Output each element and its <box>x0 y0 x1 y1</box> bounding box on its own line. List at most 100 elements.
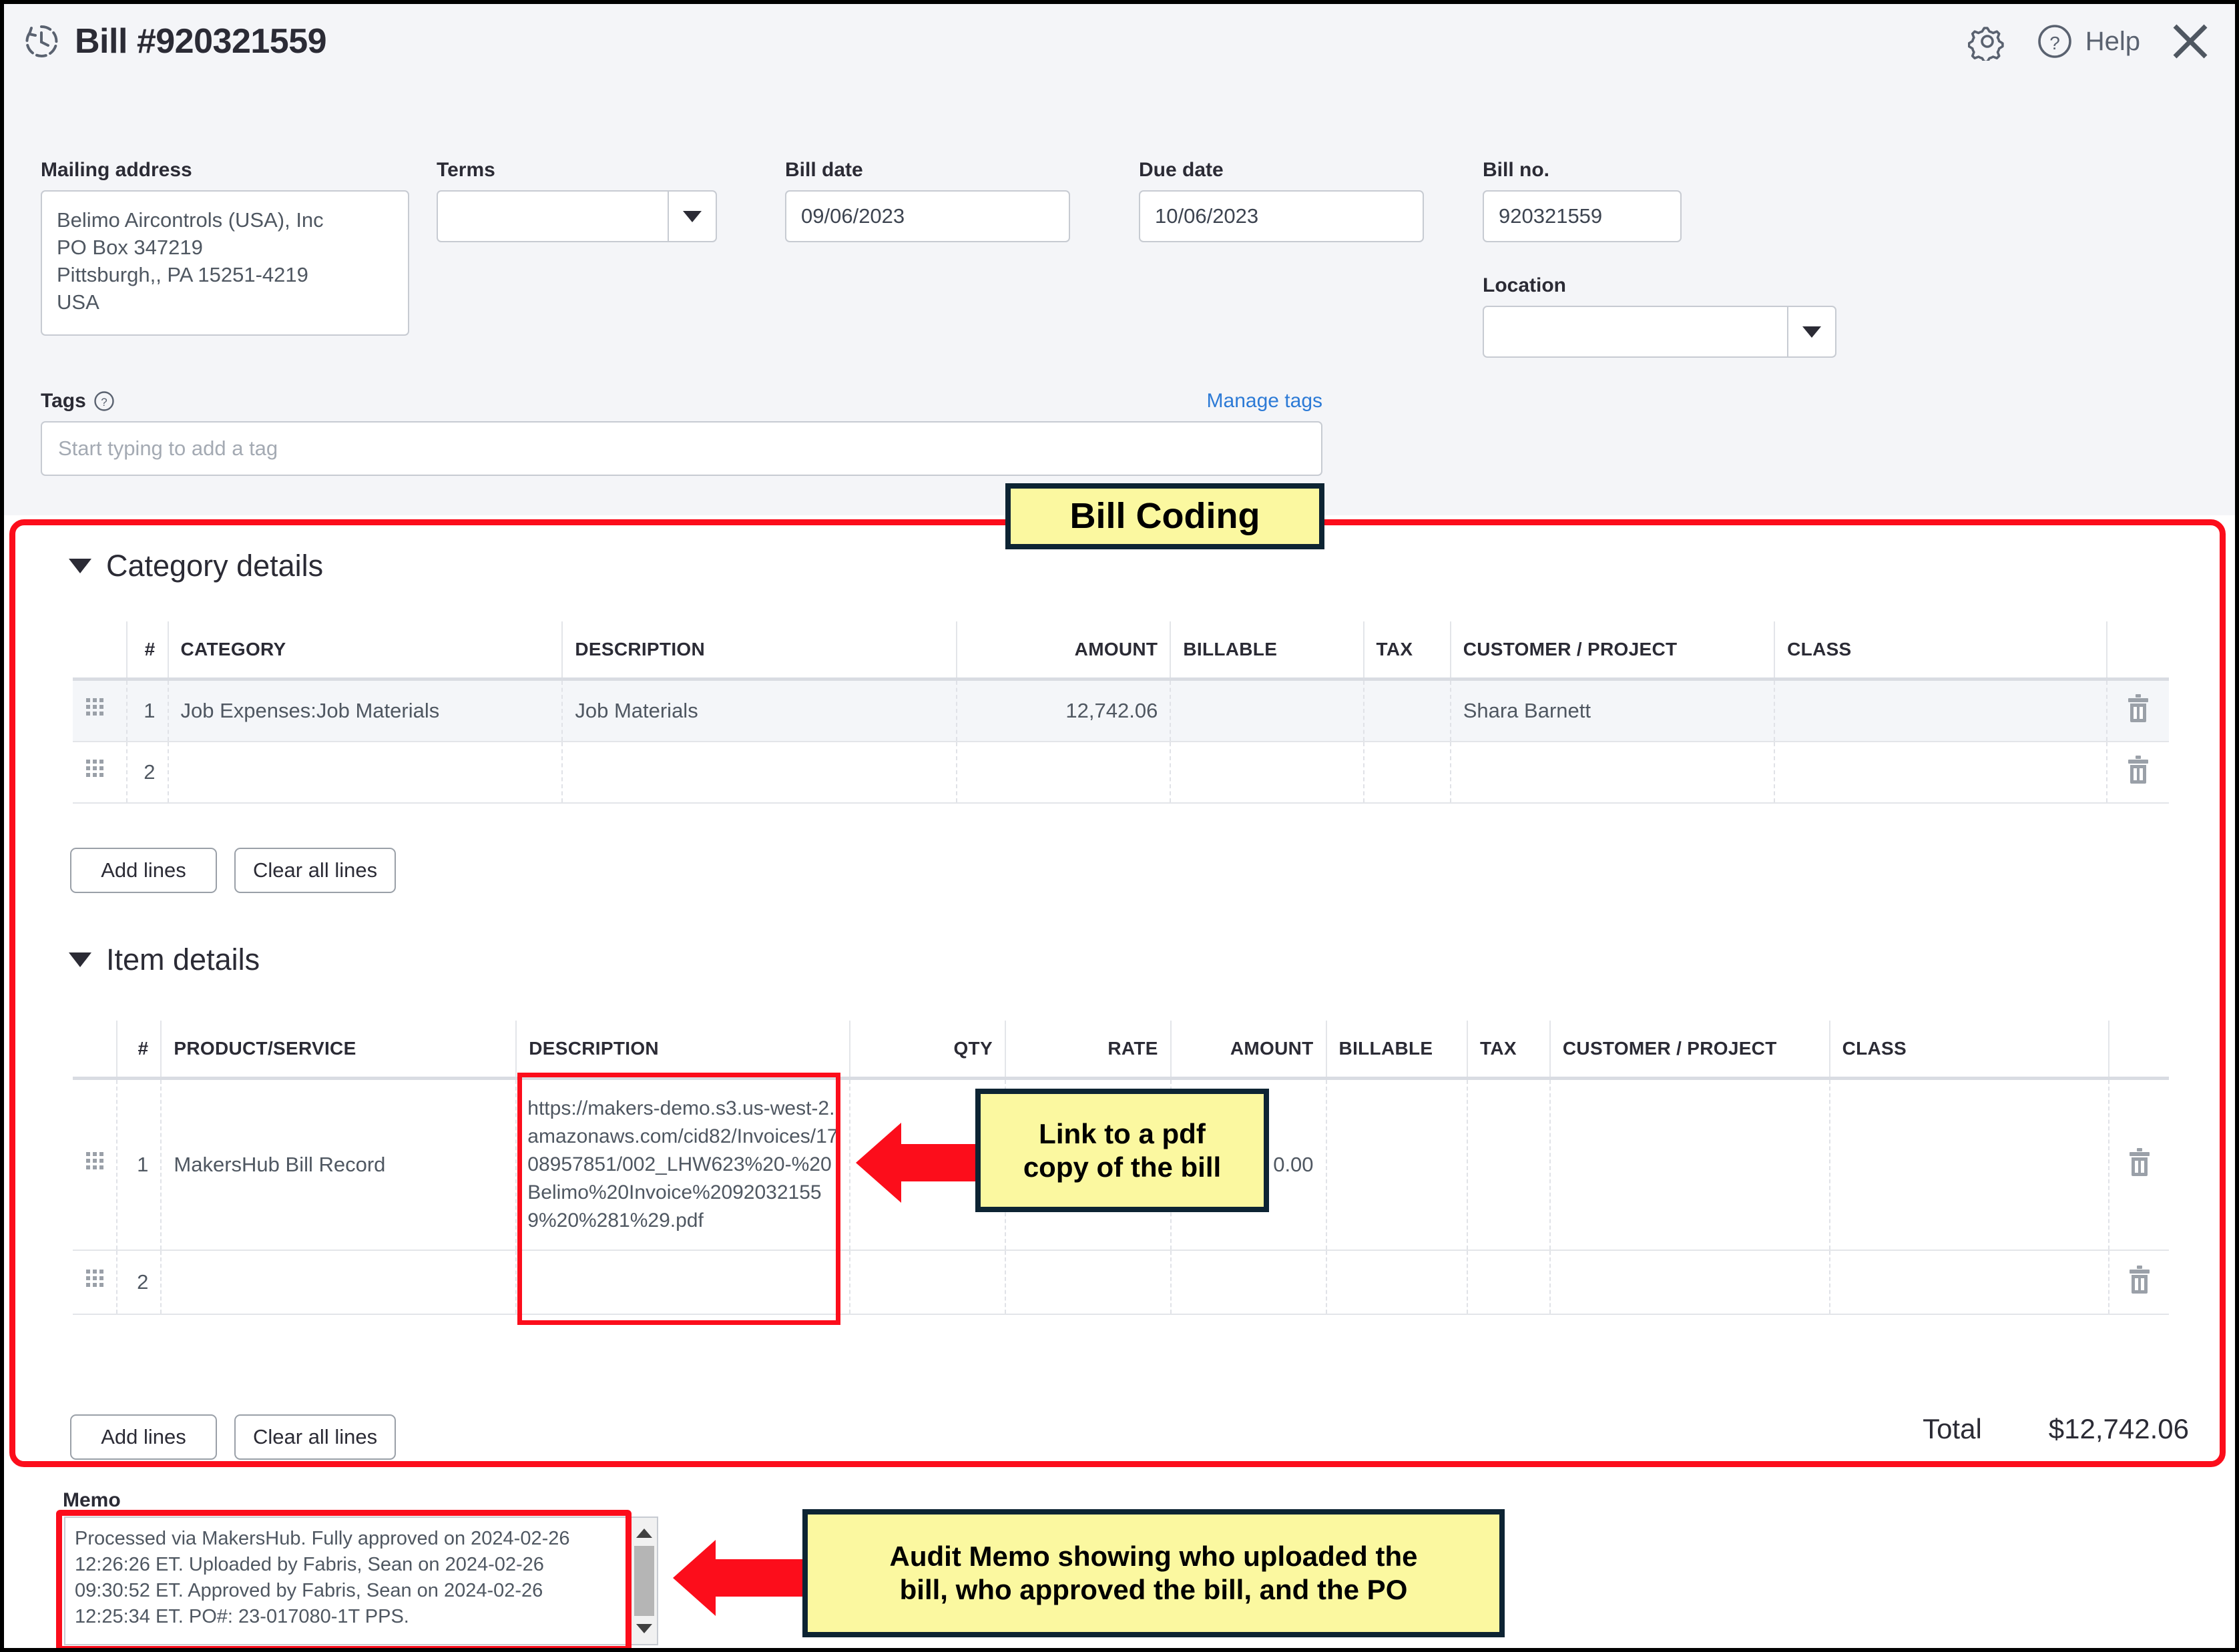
cell-tax[interactable] <box>1363 742 1451 804</box>
cell-description-url[interactable]: https://makers-demo.s3.us-west-2.amazona… <box>516 1078 851 1251</box>
col-qty: QTY <box>850 1021 1006 1080</box>
cell-billable[interactable] <box>1326 1078 1469 1251</box>
add-lines-button[interactable]: Add lines <box>70 1414 217 1460</box>
col-amount: AMOUNT <box>1170 1021 1327 1080</box>
cell-customer-project[interactable] <box>1549 1250 1830 1315</box>
cell-amount[interactable] <box>1170 1250 1327 1315</box>
due-date-input[interactable]: 10/06/2023 <box>1139 190 1424 242</box>
trash-icon[interactable] <box>2125 756 2152 790</box>
drag-handle-cell[interactable] <box>73 1250 118 1315</box>
question-circle-icon[interactable]: ? <box>93 390 115 412</box>
add-lines-button[interactable]: Add lines <box>70 848 217 893</box>
clear-all-lines-button[interactable]: Clear all lines <box>234 1414 397 1460</box>
memo-field[interactable]: Processed via MakersHub. Fully approved … <box>64 1517 658 1645</box>
table-row[interactable]: 1 Job Expenses:Job Materials Job Materia… <box>73 679 2169 742</box>
cell-amount[interactable] <box>957 742 1172 804</box>
item-details-title: Item details <box>106 942 260 977</box>
delete-row-cell[interactable] <box>2109 1078 2169 1251</box>
collapse-triangle-icon[interactable] <box>69 559 91 573</box>
trash-icon[interactable] <box>2126 1266 2153 1300</box>
table-header-row: # PRODUCT/SERVICE DESCRIPTION QTY RATE A… <box>73 1021 2169 1080</box>
delete-row-cell[interactable] <box>2106 742 2169 804</box>
collapse-triangle-icon[interactable] <box>69 952 91 967</box>
bill-no-group: Bill no. 920321559 <box>1483 159 1682 242</box>
svg-text:?: ? <box>101 396 107 408</box>
drag-handle-icon[interactable] <box>85 760 105 787</box>
bill-no-label: Bill no. <box>1483 159 1549 181</box>
close-icon[interactable] <box>2170 21 2211 62</box>
tags-label: Tags <box>41 390 86 412</box>
cell-amount[interactable]: 12,742.06 <box>957 679 1172 742</box>
due-date-group: Due date 10/06/2023 <box>1139 159 1424 242</box>
table-row[interactable]: 2 <box>73 1250 2169 1315</box>
cell-description[interactable] <box>516 1250 851 1315</box>
manage-tags-link[interactable]: Manage tags <box>1207 390 1322 412</box>
cell-category[interactable]: Job Expenses:Job Materials <box>168 679 563 742</box>
location-label: Location <box>1483 274 1566 296</box>
cell-customer-project[interactable]: Shara Barnett <box>1450 679 1776 742</box>
scroll-down-arrow-icon[interactable] <box>636 1624 652 1633</box>
cell-class[interactable] <box>1774 679 2107 742</box>
trash-icon[interactable] <box>2125 694 2152 728</box>
bill-date-input[interactable]: 09/06/2023 <box>785 190 1070 242</box>
table-row[interactable]: 2 <box>73 742 2169 804</box>
cell-qty[interactable] <box>850 1250 1006 1315</box>
cell-description[interactable]: Job Materials <box>562 679 958 742</box>
chevron-down-icon[interactable] <box>1787 307 1835 356</box>
drag-handle-cell[interactable] <box>73 742 128 804</box>
cell-customer-project[interactable] <box>1450 742 1776 804</box>
drag-handle-icon[interactable] <box>85 1270 105 1297</box>
due-date-label: Due date <box>1139 159 1224 181</box>
cell-product-service[interactable] <box>161 1250 517 1315</box>
mailing-address-label: Mailing address <box>41 159 192 181</box>
mailing-address-field[interactable]: Belimo Aircontrols (USA), Inc PO Box 347… <box>41 190 409 336</box>
cell-customer-project[interactable] <box>1549 1078 1830 1251</box>
cell-class[interactable] <box>1829 1078 2110 1251</box>
cell-class[interactable] <box>1829 1250 2110 1315</box>
delete-row-cell[interactable] <box>2106 679 2169 742</box>
item-details-header[interactable]: Item details <box>69 942 260 977</box>
help-button[interactable]: ? Help <box>2036 23 2140 60</box>
cell-category[interactable] <box>168 742 563 804</box>
gear-icon[interactable] <box>1967 22 2007 63</box>
scrollbar-thumb[interactable] <box>634 1546 654 1616</box>
scroll-up-arrow-icon[interactable] <box>636 1529 652 1538</box>
callout-bill-coding: Bill Coding <box>1005 483 1324 549</box>
memo-textarea[interactable]: Processed via MakersHub. Fully approved … <box>64 1517 632 1645</box>
location-select[interactable] <box>1483 306 1836 358</box>
cell-rate[interactable] <box>1005 1250 1172 1315</box>
callout-pdf-link: Link to a pdf copy of the bill <box>975 1089 1269 1212</box>
question-circle-icon: ? <box>2036 23 2073 60</box>
chevron-down-icon[interactable] <box>668 192 716 241</box>
drag-handle-cell[interactable] <box>73 679 128 742</box>
category-details-header[interactable]: Category details <box>69 549 323 583</box>
drag-handle-cell[interactable] <box>73 1078 118 1251</box>
trash-icon[interactable] <box>2126 1148 2153 1182</box>
cell-tax[interactable] <box>1363 679 1451 742</box>
col-num: # <box>126 621 169 681</box>
cell-billable[interactable] <box>1170 679 1364 742</box>
drag-handle-icon[interactable] <box>85 698 105 726</box>
drag-handle-icon[interactable] <box>85 1152 105 1179</box>
memo-scrollbar[interactable] <box>632 1517 658 1645</box>
cell-tax[interactable] <box>1467 1250 1551 1315</box>
cell-billable[interactable] <box>1170 742 1364 804</box>
bill-no-input[interactable]: 920321559 <box>1483 190 1682 242</box>
cell-class[interactable] <box>1774 742 2107 804</box>
svg-text:?: ? <box>2049 33 2060 53</box>
arrow-pointing-to-pdf-link <box>856 1123 995 1203</box>
cell-tax[interactable] <box>1467 1078 1551 1251</box>
clear-all-lines-button[interactable]: Clear all lines <box>234 848 397 893</box>
cell-product-service[interactable]: MakersHub Bill Record <box>161 1078 517 1251</box>
col-rate: RATE <box>1005 1021 1172 1080</box>
clock-history-icon[interactable] <box>23 23 60 60</box>
callout-pdf-link-line1: Link to a pdf <box>1039 1117 1206 1149</box>
tags-input[interactable]: Start typing to add a tag <box>41 421 1322 476</box>
row-number: 1 <box>126 679 169 742</box>
terms-select[interactable] <box>437 190 717 242</box>
delete-row-cell[interactable] <box>2109 1250 2169 1315</box>
cell-billable[interactable] <box>1326 1250 1469 1315</box>
col-class: CLASS <box>1774 621 2107 681</box>
cell-description[interactable] <box>562 742 958 804</box>
address-line: USA <box>57 290 99 314</box>
